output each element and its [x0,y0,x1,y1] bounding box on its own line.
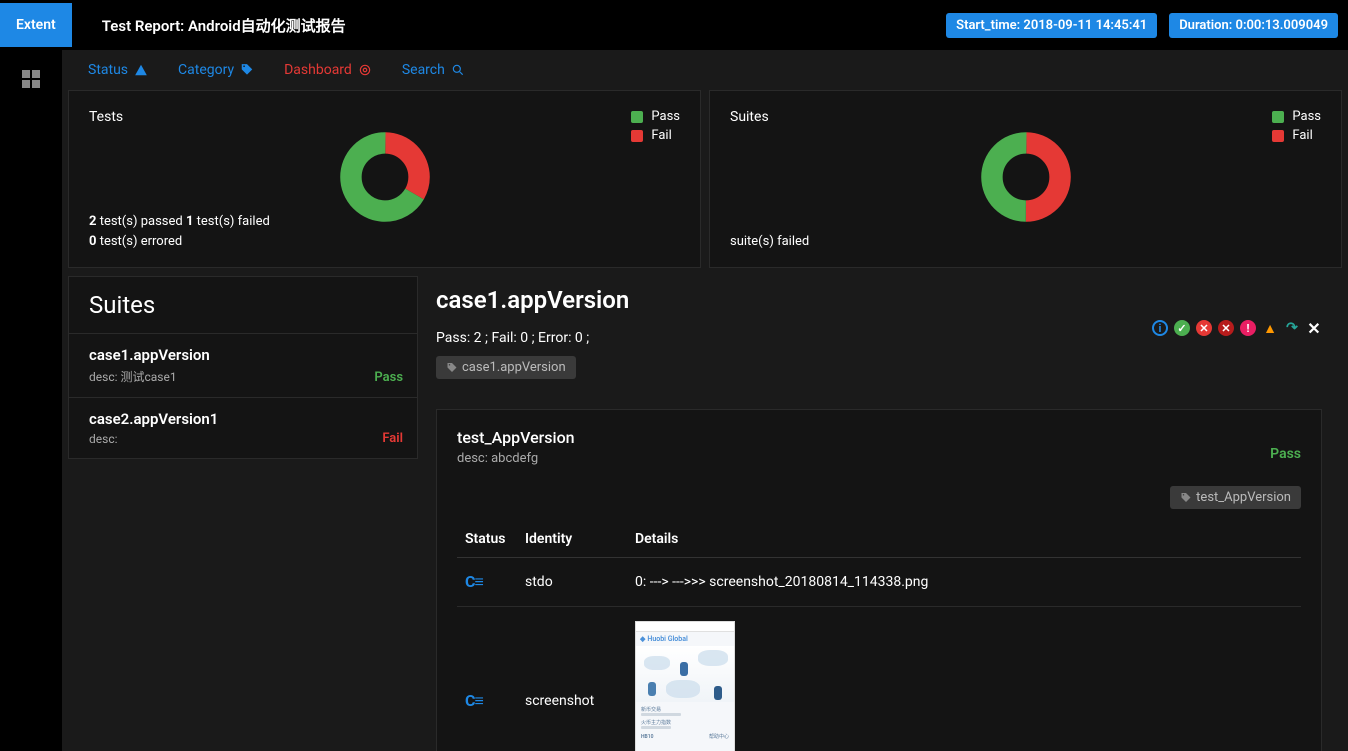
tab-category[interactable]: Category [178,62,254,78]
redo-icon[interactable]: ↷ [1284,320,1300,336]
test-block-tag[interactable]: test_AppVersion [1170,486,1301,509]
check-icon[interactable]: ✓ [1174,320,1190,336]
test-block-title: test_AppVersion [457,428,1301,447]
legend-pass-label: Pass [651,109,680,124]
suites-heading: Suites [68,276,418,334]
detail-column: case1.appVersion i ✓ ✕ ✕ ! ▲ ↷ ✕ Pass: 2… [426,276,1342,751]
left-nav [0,50,62,751]
test-block-status: Pass [1270,446,1301,462]
step-status-icon: C≡ [465,691,483,710]
tests-donut-chart [340,132,430,226]
exclaim-icon[interactable]: ! [1240,320,1256,336]
warning-triangle-icon [134,63,148,77]
step-details: 0: ---> --->>> screenshot_20180814_11433… [627,558,1301,607]
test-block: test_AppVersion desc: abcdefg Pass test_… [436,409,1322,751]
steps-table: Status Identity Details C≡ stdo 0: ---> … [457,521,1301,751]
col-identity: Identity [517,521,627,558]
detail-title: case1.appVersion [436,286,1342,314]
suites-summary: suite(s) failed [730,232,809,252]
suites-donut-chart [981,132,1071,226]
detail-tag[interactable]: case1.appVersion [436,356,576,379]
search-icon [451,63,465,77]
legend-pass-label: Pass [1292,109,1321,124]
suite-name: case2.appVersion1 [89,410,397,428]
detail-tag-label: case1.appVersion [462,360,566,375]
thumb-brand: ◆ Huobi Global [636,632,734,646]
tab-search[interactable]: Search [402,62,465,78]
table-row: C≡ stdo 0: ---> --->>> screenshot_201808… [457,558,1301,607]
tab-dashboard-label: Dashboard [284,62,352,78]
legend-pass-swatch [631,111,643,123]
tab-search-label: Search [402,62,445,78]
suite-item-case2[interactable]: case2.appVersion1 desc: Fail [68,398,418,459]
report-title: Test Report: Android自动化测试报告 [102,15,934,36]
target-icon [358,63,372,77]
step-details: ◆ Huobi Global [627,607,1301,751]
tab-status[interactable]: Status [88,62,148,78]
tag-icon [446,362,458,374]
tab-dashboard[interactable]: Dashboard [284,62,372,78]
suite-desc: desc: [89,432,397,446]
suites-panel-title: Suites [730,109,1321,125]
legend-fail-label: Fail [651,128,671,143]
legend-fail-swatch [1272,130,1284,142]
suites-panel: Suites Pass Fail suite(s) failed [709,90,1342,268]
test-block-desc: desc: abcdefg [457,451,1301,466]
duration-pill: Duration: 0:00:13.009049 [1169,13,1338,38]
close-icon[interactable]: ✕ [1306,320,1322,336]
suite-desc: desc: 测试case1 [89,368,397,385]
suite-item-case1[interactable]: case1.appVersion desc: 测试case1 Pass [68,334,418,398]
suite-status-badge: Fail [382,431,403,446]
col-status: Status [457,521,517,558]
tag-icon [240,63,254,77]
suite-name: case1.appVersion [89,346,397,364]
screenshot-thumb[interactable]: ◆ Huobi Global [635,621,735,751]
brand-logo[interactable]: Extent [0,3,72,47]
legend-pass-swatch [1272,111,1284,123]
legend-fail-label: Fail [1292,128,1312,143]
tests-panel: Tests Pass Fail 2 test(s) passed 1 test(… [68,90,701,268]
fatal-icon[interactable]: ✕ [1218,320,1234,336]
info-icon[interactable]: i [1152,320,1168,336]
tests-summary: 2 test(s) passed 1 test(s) failed 0 test… [89,212,270,251]
suite-status-badge: Pass [374,370,403,385]
tab-category-label: Category [178,62,234,78]
col-details: Details [627,521,1301,558]
warning-icon[interactable]: ▲ [1262,320,1278,336]
tests-panel-title: Tests [89,109,680,125]
tag-icon [1180,492,1192,504]
start-time-pill: Start_time: 2018-09-11 14:45:41 [946,13,1157,38]
step-identity: stdo [517,558,627,607]
legend-fail-swatch [631,130,643,142]
filter-toolbar: i ✓ ✕ ✕ ! ▲ ↷ ✕ [1152,320,1322,336]
view-tabs: Status Category Dashboard Search [68,50,1342,90]
dashboard-grid-icon[interactable] [22,70,40,88]
test-block-tag-label: test_AppVersion [1196,490,1291,505]
table-row: C≡ screenshot ◆ Huobi Global [457,607,1301,751]
error-icon[interactable]: ✕ [1196,320,1212,336]
step-status-icon: C≡ [465,572,483,591]
tab-status-label: Status [88,62,128,78]
step-identity: screenshot [517,607,627,751]
suites-column: Suites case1.appVersion desc: 测试case1 Pa… [68,276,418,751]
